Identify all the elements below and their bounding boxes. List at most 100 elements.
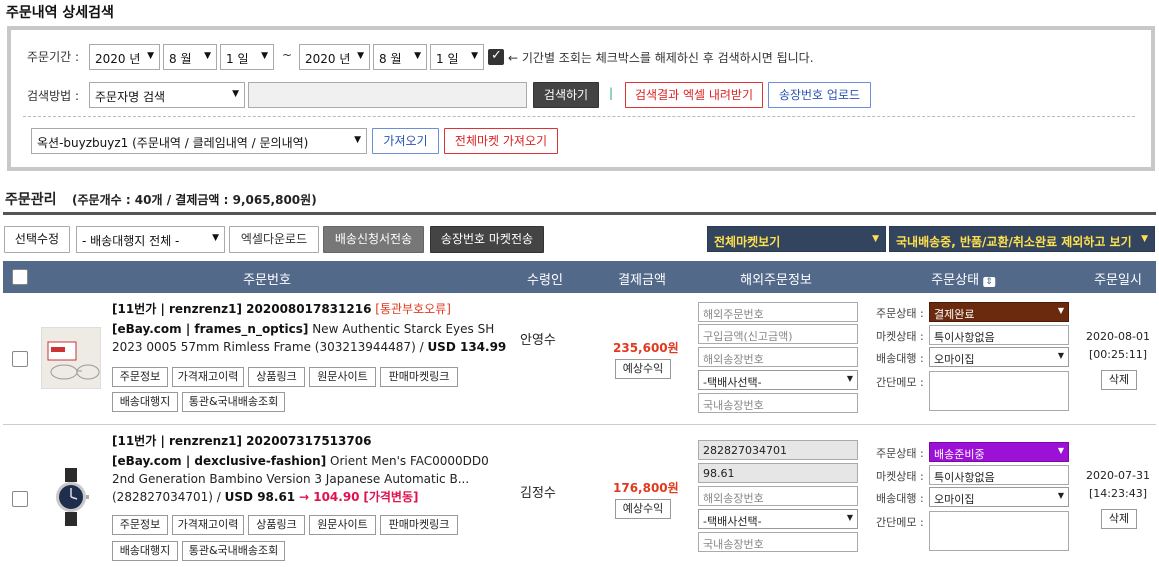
memo-textarea[interactable] (929, 511, 1069, 551)
agent-filter-select[interactable]: - 배송대행지 전체 - ▼ (76, 226, 225, 253)
search-method-select[interactable]: 주문자명 검색 ▼ (89, 82, 245, 108)
chevron-down-icon: ▼ (471, 51, 478, 61)
origin-site-button[interactable]: 원문사이트 (309, 515, 376, 535)
section-divider (3, 212, 1156, 215)
price-change: → 104.90 (298, 490, 360, 504)
end-month-select[interactable]: 8 월 ▼ (373, 44, 427, 70)
search-keyword-input[interactable] (248, 82, 527, 108)
start-month-select[interactable]: 8 월 ▼ (163, 44, 217, 70)
order-status-select[interactable]: 배송준비중 ▼ (929, 442, 1069, 462)
chevron-down-icon: ▼ (1057, 351, 1064, 360)
row-checkbox[interactable] (12, 491, 28, 507)
market-link-button[interactable]: 판매마켓링크 (380, 515, 458, 535)
col-status[interactable]: 주문상태 ⇕ (931, 269, 995, 288)
order-info-button[interactable]: 주문정보 (112, 515, 168, 535)
order-status-select[interactable]: 결제완료 ▼ (929, 302, 1069, 322)
shipping-request-button[interactable]: 배송신청서전송 (323, 226, 424, 253)
period-label: 주문기간 : (27, 50, 80, 64)
chevron-down-icon: ▼ (261, 51, 268, 61)
select-edit-button[interactable]: 선택수정 (4, 226, 70, 253)
order-info-button[interactable]: 주문정보 (112, 367, 168, 387)
origin-site-button[interactable]: 원문사이트 (309, 367, 376, 387)
courier-select[interactable]: -택배사선택- ▼ (698, 370, 858, 390)
shipping-agent-select[interactable]: 오마이집 ▼ (929, 487, 1069, 507)
market-view-select[interactable]: 전체마켓보기 ▼ (707, 226, 886, 252)
excel-export-button[interactable]: 검색결과 엑셀 내려받기 (625, 82, 763, 108)
agent-button[interactable]: 배송대행지 (112, 541, 178, 561)
chevron-down-icon: ▼ (1141, 234, 1148, 244)
chevron-down-icon: ▼ (204, 51, 211, 61)
order-info: [11번가 | renzrenz1] 202007317513706 [eBay… (112, 432, 532, 506)
source-store: [eBay.com | dexclusive-fashion] (112, 454, 327, 468)
divider (23, 116, 1135, 117)
order-date: 2020-07-31 [14:23:43] (1086, 469, 1150, 500)
col-receiver: 수령인 (527, 273, 563, 288)
market-account-select[interactable]: 옥션-buyzbuyz1 (주문내역 / 클레임내역 / 문의내역) ▼ (31, 128, 367, 154)
market-status-input[interactable]: 특이사항없음 (929, 325, 1069, 345)
chevron-down-icon: ▼ (872, 234, 879, 244)
table-row: [11번가 | renzrenz1] 202007317513706 [eBay… (3, 426, 1156, 567)
overseas-order-input[interactable]: 해외주문번호 (698, 302, 858, 322)
table-row: [11번가 | renzrenz1] 202008017831216 [통관부호… (3, 293, 1156, 425)
start-day-select[interactable]: 1 일 ▼ (220, 44, 274, 70)
separator: | (609, 86, 614, 100)
order-date: 2020-08-01 [00:25:11] (1086, 330, 1150, 361)
product-link-button[interactable]: 상품링크 (248, 367, 305, 387)
market-status-label: 마켓상태 : (876, 330, 924, 343)
fetch-button[interactable]: 가져오기 (372, 128, 439, 154)
domestic-invoice-input[interactable]: 국내송장번호 (698, 532, 858, 552)
courier-select[interactable]: -택배사선택- ▼ (698, 509, 858, 529)
order-header: [11번가 | renzrenz1] 202007317513706 (112, 434, 372, 448)
shipping-agent-select[interactable]: 오마이집 ▼ (929, 347, 1069, 367)
tracking-button[interactable]: 통관&국내배송조회 (182, 541, 285, 561)
orders-summary: (주문개수 : 40개 / 결제금액 : 9,065,800원) (72, 193, 317, 207)
purchase-amount-input[interactable]: 98.61 (698, 463, 858, 483)
payment-amount: 235,600원 (613, 341, 679, 355)
row-checkbox[interactable] (12, 351, 28, 367)
end-day-select[interactable]: 1 일 ▼ (430, 44, 484, 70)
price-history-button[interactable]: 가격재고이력 (172, 515, 244, 535)
chevron-down-icon: ▼ (846, 513, 853, 522)
chevron-down-icon: ▼ (1057, 306, 1064, 315)
overseas-invoice-input[interactable]: 해외송장번호 (698, 347, 858, 367)
select-all-checkbox[interactable] (12, 269, 28, 285)
price-history-button[interactable]: 가격재고이력 (172, 367, 244, 387)
exclude-view-select[interactable]: 국내배송중, 반품/교환/취소완료 제외하고 보기 ▼ (889, 226, 1155, 252)
market-link-button[interactable]: 판매마켓링크 (380, 367, 458, 387)
search-button[interactable]: 검색하기 (533, 82, 599, 108)
overseas-order-input[interactable]: 282827034701 (698, 440, 858, 460)
domestic-invoice-input[interactable]: 국내송장번호 (698, 393, 858, 413)
usd-price: USD 134.99 (427, 340, 507, 354)
chevron-down-icon: ▼ (846, 374, 853, 383)
sort-icon[interactable]: ⇕ (983, 277, 995, 287)
delete-button[interactable]: 삭제 (1101, 509, 1137, 529)
end-year-select[interactable]: 2020 년 ▼ (299, 44, 370, 70)
purchase-amount-input[interactable]: 구입금액(신고금액) (698, 324, 858, 344)
excel-download-button[interactable]: 엑셀다운로드 (229, 226, 319, 253)
expected-profit-button[interactable]: 예상수익 (615, 499, 671, 519)
product-thumbnail[interactable] (41, 327, 101, 389)
product-title: New Authentic Starck Eyes SH (312, 322, 495, 336)
tracking-button[interactable]: 통관&국내배송조회 (182, 392, 285, 412)
chevron-down-icon: ▼ (354, 135, 361, 145)
chevron-down-icon: ▼ (414, 51, 421, 61)
agent-button[interactable]: 배송대행지 (112, 392, 178, 412)
chevron-down-icon: ▼ (357, 51, 364, 61)
expected-profit-button[interactable]: 예상수익 (615, 359, 671, 379)
product-thumbnail[interactable] (41, 466, 101, 528)
market-status-input[interactable]: 특이사항없음 (929, 465, 1069, 485)
invoice-upload-button[interactable]: 송장번호 업로드 (768, 82, 871, 108)
invoice-market-send-button[interactable]: 송장번호 마켓전송 (430, 226, 544, 253)
period-checkbox[interactable] (488, 48, 504, 65)
fetch-all-button[interactable]: 전체마켓 가져오기 (444, 128, 558, 154)
period-note: ← 기간별 조회는 체크박스를 해제하신 후 검색하시면 됩니다. (508, 51, 814, 65)
product-link-button[interactable]: 상품링크 (248, 515, 305, 535)
overseas-invoice-input[interactable]: 해외송장번호 (698, 486, 858, 506)
memo-label: 간단메모 : (876, 516, 924, 529)
item-id: (282827034701) / (112, 490, 221, 504)
memo-textarea[interactable] (929, 371, 1069, 411)
col-amount: 결제금액 (618, 273, 666, 288)
delete-button[interactable]: 삭제 (1101, 370, 1137, 390)
orders-title: 주문관리 (5, 192, 57, 208)
start-year-select[interactable]: 2020 년 ▼ (89, 44, 160, 70)
